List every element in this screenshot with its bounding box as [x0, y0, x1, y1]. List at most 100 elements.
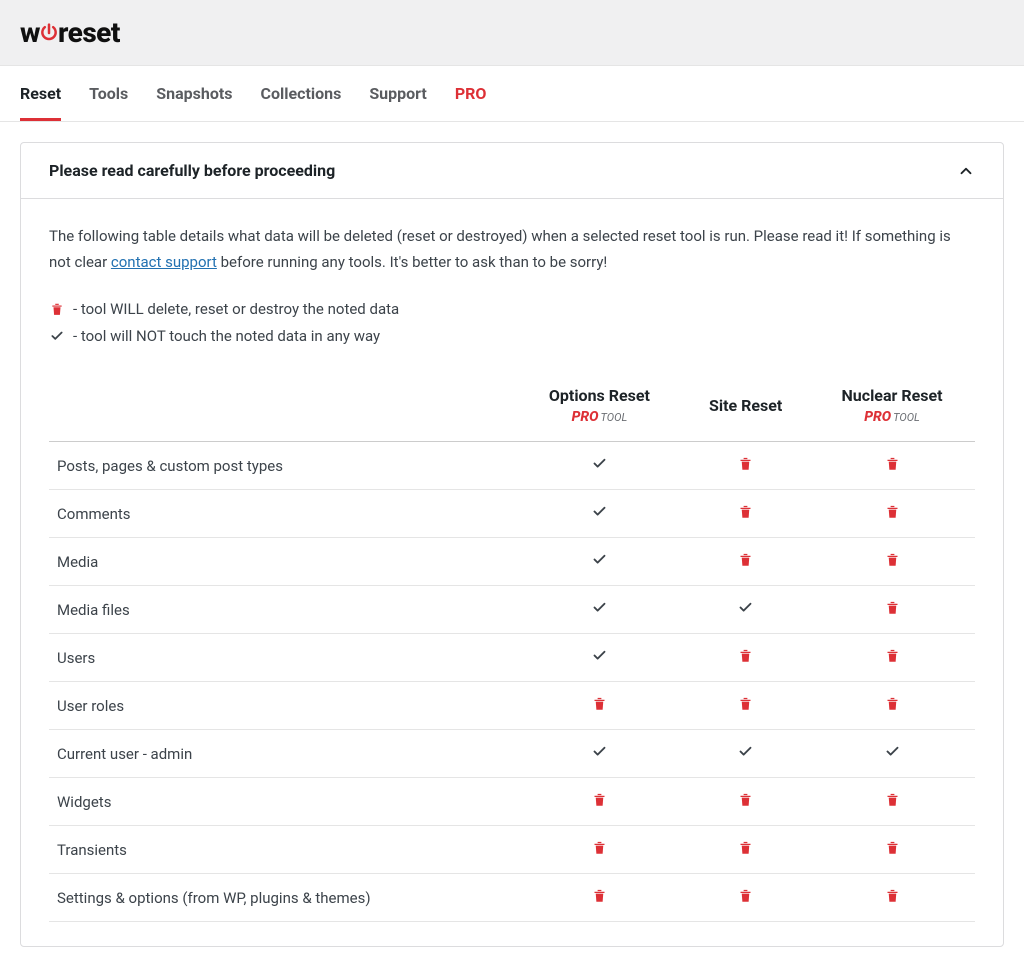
trash-icon: [885, 840, 900, 855]
table-row: Comments: [49, 490, 975, 538]
row-cell: [516, 778, 682, 826]
tab-collections[interactable]: Collections: [261, 66, 342, 121]
pro-badge: PRO: [572, 409, 599, 425]
pro-badge: PRO: [864, 409, 891, 425]
panel-header[interactable]: Please read carefully before proceeding: [21, 143, 1003, 199]
trash-icon: [738, 648, 753, 663]
row-cell: [516, 586, 682, 634]
trash-icon: [885, 696, 900, 711]
trash-icon: [885, 552, 900, 567]
panel-body: The following table details what data wi…: [21, 199, 1003, 946]
check-icon: [592, 600, 607, 615]
tab-tools[interactable]: Tools: [89, 66, 128, 121]
trash-icon: [592, 888, 607, 903]
trash-icon: [592, 840, 607, 855]
row-cell: [516, 682, 682, 730]
trash-icon: [885, 888, 900, 903]
check-icon: [592, 456, 607, 471]
check-icon: [592, 552, 607, 567]
tab-pro[interactable]: PRO: [455, 66, 487, 121]
row-cell: [682, 826, 809, 874]
legend-delete-text: - tool WILL delete, reset or destroy the…: [73, 296, 399, 323]
table-body: Posts, pages & custom post typesComments…: [49, 442, 975, 922]
row-cell: [809, 586, 975, 634]
row-cell: [809, 634, 975, 682]
logo-suffix: reset: [58, 16, 120, 49]
row-cell: [682, 778, 809, 826]
check-icon: [592, 504, 607, 519]
row-label: Media files: [49, 586, 516, 634]
table-header-nuclear-reset: Nuclear Reset PROTOOL: [809, 374, 975, 442]
legend: - tool WILL delete, reset or destroy the…: [49, 296, 975, 350]
trash-icon: [885, 456, 900, 471]
table-row: Media files: [49, 586, 975, 634]
trash-icon: [738, 696, 753, 711]
trash-icon: [592, 792, 607, 807]
row-cell: [516, 490, 682, 538]
trash-icon: [49, 302, 65, 316]
intro-suffix: before running any tools. It's better to…: [217, 253, 607, 271]
col-title: Options Reset: [524, 386, 674, 407]
table-header-options-reset: Options Reset PROTOOL: [516, 374, 682, 442]
logo-prefix: w: [20, 16, 40, 49]
logo: w reset: [20, 16, 1004, 49]
tool-badge: TOOL: [893, 411, 920, 424]
row-label: Users: [49, 634, 516, 682]
row-cell: [516, 730, 682, 778]
header-bar: w reset: [0, 0, 1024, 66]
trash-icon: [592, 696, 607, 711]
row-cell: [809, 490, 975, 538]
chevron-up-icon: [957, 162, 975, 180]
reset-comparison-table: Options Reset PROTOOL Site Reset Nuclear: [49, 374, 975, 923]
row-cell: [516, 538, 682, 586]
row-label: User roles: [49, 682, 516, 730]
table-row: Current user - admin: [49, 730, 975, 778]
row-cell: [809, 442, 975, 490]
contact-support-link[interactable]: contact support: [111, 253, 217, 271]
row-cell: [809, 778, 975, 826]
row-cell: [809, 730, 975, 778]
check-icon: [885, 744, 900, 759]
trash-icon: [738, 888, 753, 903]
row-cell: [682, 682, 809, 730]
check-icon: [592, 744, 607, 759]
check-icon: [738, 744, 753, 759]
info-panel: Please read carefully before proceeding …: [20, 142, 1004, 947]
row-cell: [516, 442, 682, 490]
table-row: Settings & options (from WP, plugins & t…: [49, 874, 975, 922]
trash-icon: [885, 504, 900, 519]
tab-support[interactable]: Support: [369, 66, 427, 121]
row-cell: [682, 586, 809, 634]
tab-reset[interactable]: Reset: [20, 66, 61, 121]
col-title: Site Reset: [690, 396, 801, 417]
row-label: Current user - admin: [49, 730, 516, 778]
trash-icon: [738, 504, 753, 519]
trash-icon: [738, 792, 753, 807]
row-cell: [809, 826, 975, 874]
trash-icon: [738, 552, 753, 567]
row-cell: [516, 826, 682, 874]
table-row: Transients: [49, 826, 975, 874]
legend-item-keep: - tool will NOT touch the noted data in …: [49, 323, 975, 350]
check-icon: [738, 600, 753, 615]
legend-keep-text: - tool will NOT touch the noted data in …: [73, 323, 380, 350]
trash-icon: [738, 456, 753, 471]
row-cell: [682, 874, 809, 922]
content-area: Please read carefully before proceeding …: [0, 122, 1024, 967]
row-label: Widgets: [49, 778, 516, 826]
table-row: Users: [49, 634, 975, 682]
tab-snapshots[interactable]: Snapshots: [156, 66, 232, 121]
tool-badge: TOOL: [601, 411, 628, 424]
check-icon: [592, 648, 607, 663]
trash-icon: [885, 648, 900, 663]
table-row: Widgets: [49, 778, 975, 826]
panel-title: Please read carefully before proceeding: [49, 161, 335, 180]
row-label: Transients: [49, 826, 516, 874]
trash-icon: [885, 792, 900, 807]
trash-icon: [738, 840, 753, 855]
legend-item-delete: - tool WILL delete, reset or destroy the…: [49, 296, 975, 323]
row-cell: [682, 634, 809, 682]
table-row: User roles: [49, 682, 975, 730]
table-header-empty: [49, 374, 516, 442]
row-cell: [682, 490, 809, 538]
